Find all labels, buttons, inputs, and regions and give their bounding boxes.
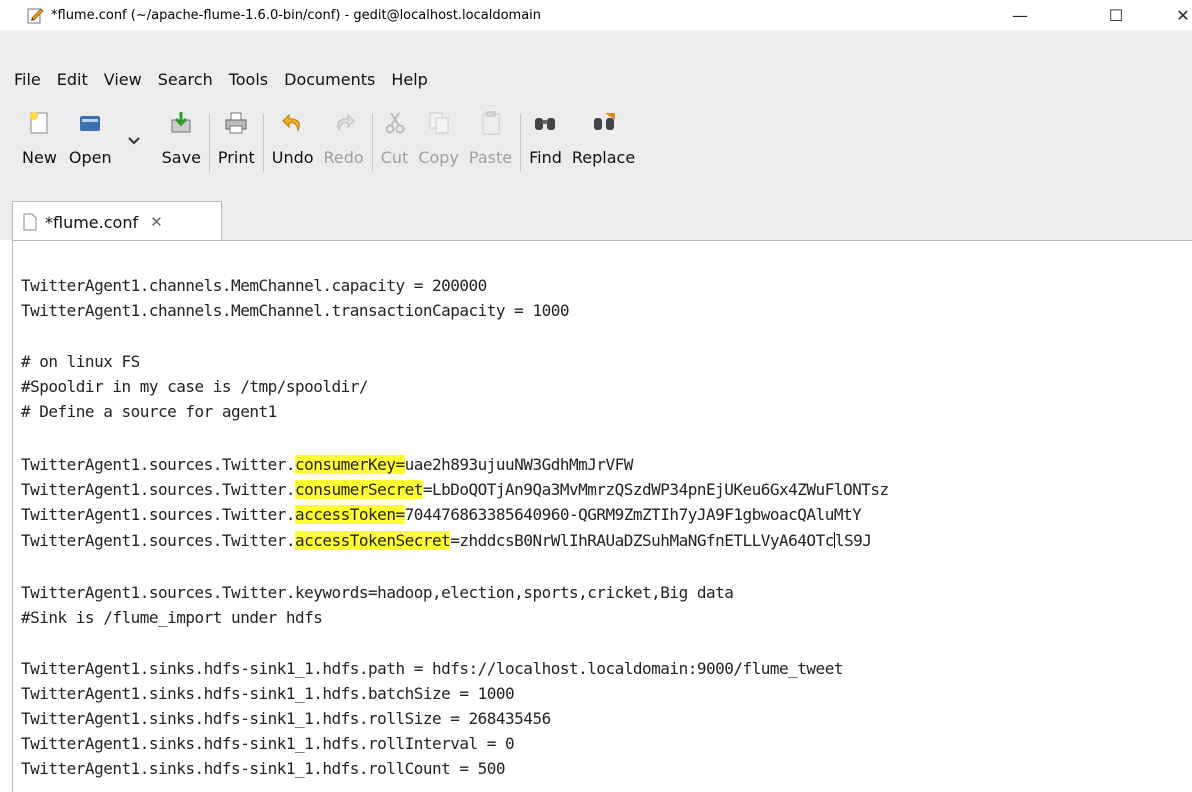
find-label: Find (529, 148, 562, 167)
undo-button[interactable]: Undo (272, 108, 314, 167)
maximize-button[interactable]: ☐ (1093, 0, 1139, 30)
menu-view[interactable]: View (96, 70, 150, 89)
clipboard-icon (482, 111, 499, 135)
replace-button[interactable]: Replace (572, 108, 635, 167)
gedit-app-icon (27, 8, 44, 24)
highlight-consumer-key: consumerKey= (294, 455, 405, 474)
menu-help[interactable]: Help (383, 70, 435, 89)
new-document-icon (30, 112, 48, 134)
save-button[interactable]: Save (162, 108, 201, 167)
editor-line: #Spooldir in my case is /tmp/spooldir/ (21, 377, 369, 396)
undo-icon (281, 113, 300, 132)
document-tab-strip: *flume.conf ✕ (0, 200, 1192, 242)
save-label: Save (161, 148, 201, 167)
tab-flume-conf[interactable]: *flume.conf ✕ (12, 201, 222, 242)
find-replace-icon (593, 113, 615, 130)
editor-line-consumer-key: TwitterAgent1.sources.Twitter.consumerKe… (21, 455, 633, 474)
editor-line: TwitterAgent1.sources.Twitter.keywords=h… (21, 583, 734, 602)
editor-line: TwitterAgent1.channels.MemChannel.capaci… (21, 276, 487, 295)
paste-button[interactable]: Paste (469, 108, 512, 167)
minimize-icon: — (1012, 5, 1028, 25)
printer-icon (225, 112, 247, 134)
menu-edit[interactable]: Edit (49, 70, 96, 89)
tab-close-button[interactable]: ✕ (150, 213, 163, 231)
highlight-access-token: accessToken= (294, 505, 405, 524)
print-button[interactable]: Print (218, 108, 255, 167)
title-bar: *flume.conf (~/apache-flume-1.6.0-bin/co… (0, 0, 1192, 31)
replace-label: Replace (571, 148, 636, 167)
editor-line: # on linux FS (21, 352, 140, 371)
menu-tools[interactable]: Tools (221, 70, 276, 89)
redo-label: Redo (323, 148, 364, 167)
highlight-access-token-secret: accessTokenSecret (294, 531, 451, 550)
save-icon (171, 112, 191, 133)
cut-label: Cut (380, 148, 409, 167)
print-label: Print (217, 148, 255, 167)
editor-line: TwitterAgent1.sinks.hdfs-sink1_1.hdfs.ba… (21, 684, 515, 703)
toolbar: New Open Save Print Undo Redo Cut Copy P… (0, 108, 1192, 190)
redo-button[interactable]: Redo (324, 108, 364, 167)
minimize-button[interactable]: — (997, 0, 1043, 30)
new-label: New (22, 148, 57, 167)
editor-line: TwitterAgent1.channels.MemChannel.transa… (21, 301, 569, 320)
menu-bar: File Edit View Search Tools Documents He… (0, 63, 1192, 95)
copy-icon (429, 112, 449, 134)
toolbar-separator (262, 114, 264, 172)
new-button[interactable]: New (22, 108, 57, 167)
editor-line-access-token-secret: TwitterAgent1.sources.Twitter.accessToke… (21, 531, 872, 550)
toolbar-separator (520, 114, 522, 172)
text-editor[interactable]: TwitterAgent1.channels.MemChannel.capaci… (12, 240, 1192, 792)
document-icon (23, 213, 37, 231)
menu-file[interactable]: File (0, 70, 49, 89)
cut-button[interactable]: Cut (380, 108, 409, 167)
menu-search[interactable]: Search (150, 70, 221, 89)
toolbar-separator (208, 114, 210, 172)
copy-label: Copy (418, 148, 459, 167)
open-recent-dropdown[interactable] (127, 136, 140, 146)
close-window-button[interactable]: ✕ (1160, 0, 1192, 30)
toolbar-separator (371, 114, 373, 172)
folder-open-icon (80, 116, 101, 131)
editor-line: TwitterAgent1.sinks.hdfs-sink1_1.hdfs.ro… (21, 734, 515, 753)
maximize-icon: ☐ (1108, 5, 1124, 25)
find-button[interactable]: Find (529, 108, 562, 167)
menu-documents[interactable]: Documents (276, 70, 383, 89)
undo-label: Undo (271, 148, 314, 167)
editor-line: TwitterAgent1.sinks.hdfs-sink1_1.hdfs.ro… (21, 759, 506, 778)
editor-line: # Define a source for agent1 (21, 402, 277, 421)
editor-line: TwitterAgent1.sinks.hdfs-sink1_1.hdfs.pa… (21, 659, 843, 678)
highlight-consumer-secret: consumerSecret (294, 480, 423, 499)
chevron-down-icon (127, 137, 140, 145)
editor-line-consumer-secret: TwitterAgent1.sources.Twitter.consumerSe… (21, 480, 889, 499)
scissors-icon (385, 112, 405, 134)
open-label: Open (68, 148, 112, 167)
tab-label: *flume.conf (45, 212, 139, 232)
paste-label: Paste (468, 148, 513, 167)
editor-line: TwitterAgent1.sinks.hdfs-sink1_1.hdfs.ro… (21, 709, 551, 728)
binoculars-icon (535, 118, 556, 130)
redo-icon (336, 113, 355, 132)
window-title: *flume.conf (~/apache-flume-1.6.0-bin/co… (51, 7, 542, 23)
editor-line: #Sink is /flume_import under hdfs (21, 608, 323, 627)
editor-line-access-token: TwitterAgent1.sources.Twitter.accessToke… (21, 505, 862, 524)
close-icon: ✕ (1176, 5, 1190, 25)
open-button[interactable]: Open (69, 108, 112, 167)
copy-button[interactable]: Copy (418, 108, 459, 167)
